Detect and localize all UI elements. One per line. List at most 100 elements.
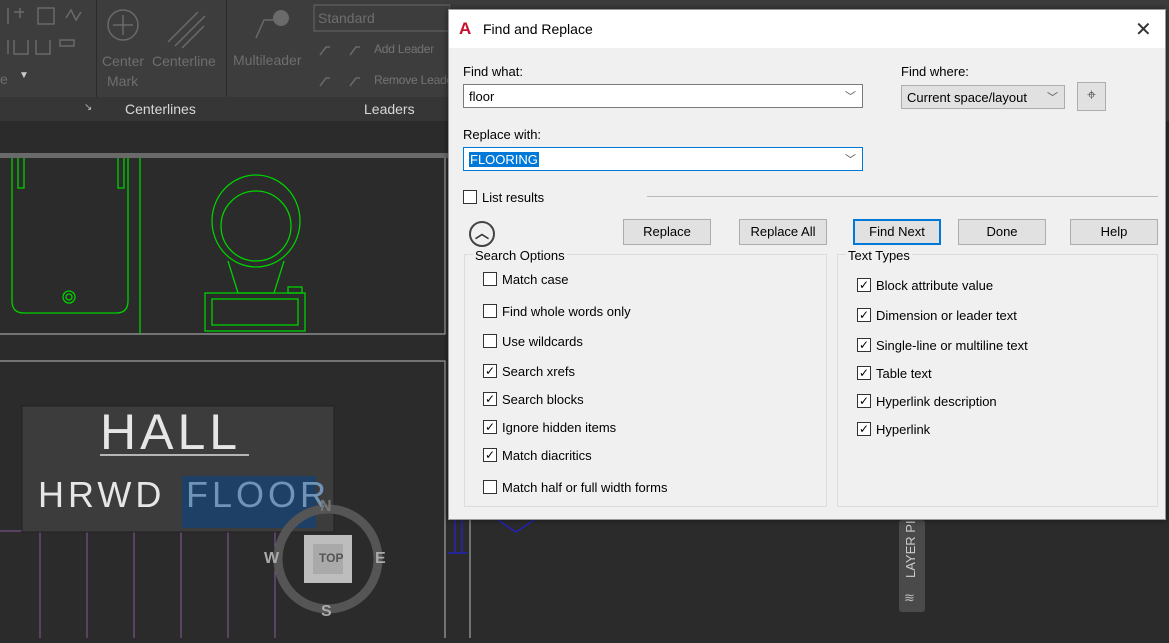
checkbox-match-case[interactable]: Match case (483, 272, 568, 288)
checkbox-box: ✓ (483, 364, 497, 378)
find-where-select[interactable]: Current space/layout ﹀ (901, 85, 1065, 109)
room-name-text[interactable]: HALL (100, 403, 241, 461)
find-where-label: Find where: (901, 64, 969, 79)
center-label[interactable]: Center (102, 53, 144, 69)
checkbox-label: Search blocks (502, 392, 584, 407)
checkbox-label: Use wildcards (502, 334, 583, 349)
find-where-value: Current space/layout (907, 90, 1027, 105)
divider (647, 196, 1158, 197)
leader-icons (319, 46, 360, 87)
replace-button[interactable]: Replace (623, 219, 711, 245)
dialog-title: Find and Replace (483, 21, 593, 37)
chevron-down-icon[interactable]: ﹀ (845, 88, 856, 104)
checkbox-label: Hyperlink description (876, 394, 997, 409)
find-what-label: Find what: (463, 64, 523, 79)
checkbox-hyperlink[interactable]: ✓ Hyperlink (857, 422, 930, 438)
checkbox-label: Table text (876, 366, 932, 381)
replace-with-value: FLOORING (469, 152, 539, 167)
checkbox-label: Search xrefs (502, 364, 575, 379)
close-icon[interactable]: ✕ (1135, 17, 1152, 42)
checkbox-box: ✓ (857, 308, 871, 322)
collapse-options-button[interactable]: ︿ (469, 221, 495, 247)
checkbox-match-half-or-full-width-forms[interactable]: Match half or full width forms (483, 480, 667, 496)
dialog-launcher-icon[interactable]: ↘ (84, 102, 92, 113)
checkbox-box: ✓ (483, 392, 497, 406)
help-button[interactable]: Help (1070, 219, 1158, 245)
checkbox-ignore-hidden-items[interactable]: ✓ Ignore hidden items (483, 420, 616, 436)
floor-text-hrwd[interactable]: HRWD (38, 474, 165, 516)
viewcube-top[interactable]: TOP (319, 551, 343, 565)
text-types-group: Text Types ✓ Block attribute value ✓ Dimens… (837, 248, 1158, 507)
checkbox-label: Single-line or multiline text (876, 338, 1028, 353)
text-types-title: Text Types (846, 248, 912, 263)
layers-icon: ≋ (904, 590, 915, 605)
checkbox-box (483, 334, 497, 348)
checkbox-single-line-or-multiline-text[interactable]: ✓ Single-line or multiline text (857, 338, 1028, 354)
checkbox-use-wildcards[interactable]: Use wildcards (483, 334, 583, 350)
chevron-up-icon: ︿ (475, 225, 489, 241)
search-options-group: Search Options Match case Find whole word… (464, 248, 827, 507)
checkbox-label: Match case (502, 272, 569, 287)
chevron-down-icon[interactable]: ﹀ (1047, 89, 1058, 105)
panel-leaders: Leaders (364, 101, 415, 117)
checkbox-box: ✓ (857, 338, 871, 352)
checkbox-search-blocks[interactable]: ✓ Search blocks (483, 392, 584, 408)
layer-palette-tab[interactable]: LAYER PI ≋ (899, 520, 925, 612)
checkbox-box (483, 272, 497, 286)
replace-all-button[interactable]: Replace All (739, 219, 827, 245)
find-replace-dialog: A Find and Replace ✕ Find what: floor ﹀ F… (448, 9, 1166, 520)
dialog-titlebar[interactable]: A Find and Replace ✕ (449, 10, 1165, 48)
viewcube-s[interactable]: S (321, 603, 332, 621)
checkbox-label: Hyperlink (876, 422, 931, 437)
checkbox-block-attribute-value[interactable]: ✓ Block attribute value (857, 278, 993, 294)
checkbox-label: Match half or full width forms (502, 480, 668, 495)
dropdown-arrow-icon[interactable]: ▼ (19, 70, 29, 81)
search-options-title: Search Options (473, 248, 567, 263)
viewcube-e[interactable]: E (375, 550, 386, 568)
multileader-button[interactable]: Multileader (233, 52, 301, 68)
autocad-logo-icon: A (459, 19, 472, 38)
checkbox-table-text[interactable]: ✓ Table text (857, 366, 932, 382)
replace-with-input[interactable]: FLOORING ﹀ (463, 147, 863, 171)
checkbox-hyperlink-description[interactable]: ✓ Hyperlink description (857, 394, 997, 410)
remove-leader-label-truncated: Remove Le (374, 73, 434, 87)
checkbox-box: ✓ (483, 420, 497, 434)
checkbox-box (463, 190, 477, 204)
done-button[interactable]: Done (958, 219, 1046, 245)
add-leader-label-truncated: Add Leade (374, 42, 431, 56)
viewcube-n[interactable]: N (320, 498, 332, 516)
viewcube-w[interactable]: W (264, 550, 279, 568)
checkbox-search-xrefs[interactable]: ✓ Search xrefs (483, 364, 575, 380)
checkbox-label: Ignore hidden items (502, 420, 617, 435)
find-what-input[interactable]: floor ﹀ (463, 84, 863, 108)
truncated-label: e (0, 71, 8, 87)
find-next-button[interactable]: Find Next (853, 219, 941, 245)
checkbox-label: Find whole words only (502, 304, 631, 319)
find-what-value: floor (469, 89, 495, 104)
checkbox-box (483, 480, 497, 494)
style-select[interactable]: Standard (318, 10, 375, 26)
list-results-checkbox[interactable]: List results (463, 190, 544, 206)
checkbox-find-whole-words-only[interactable]: Find whole words only (483, 304, 631, 320)
floor-text-floor[interactable]: FLOOR (186, 474, 330, 516)
mark-label[interactable]: Mark (107, 73, 138, 89)
checkbox-box: ✓ (483, 448, 497, 462)
panel-centerlines: Centerlines (125, 101, 196, 117)
checkbox-box: ✓ (857, 422, 871, 436)
checkbox-box: ✓ (857, 394, 871, 408)
checkbox-box: ✓ (857, 366, 871, 380)
centerline-button[interactable]: Centerline (152, 53, 216, 69)
checkbox-dimension-or-leader-text[interactable]: ✓ Dimension or leader text (857, 308, 1017, 324)
checkbox-box: ✓ (857, 278, 871, 292)
list-results-label: List results (482, 190, 545, 205)
replace-with-label: Replace with: (463, 127, 542, 142)
select-objects-button[interactable]: ⌖ (1077, 82, 1106, 111)
fixture-outline (11, 158, 306, 334)
centerline-icon (167, 11, 206, 49)
checkbox-label: Dimension or leader text (876, 308, 1017, 323)
crosshair-icon: ⌖ (1086, 87, 1096, 104)
chevron-down-icon[interactable]: ﹀ (845, 151, 856, 167)
checkbox-match-diacritics[interactable]: ✓ Match diacritics (483, 448, 592, 464)
multileader-icon (273, 10, 289, 26)
checkbox-box (483, 304, 497, 318)
